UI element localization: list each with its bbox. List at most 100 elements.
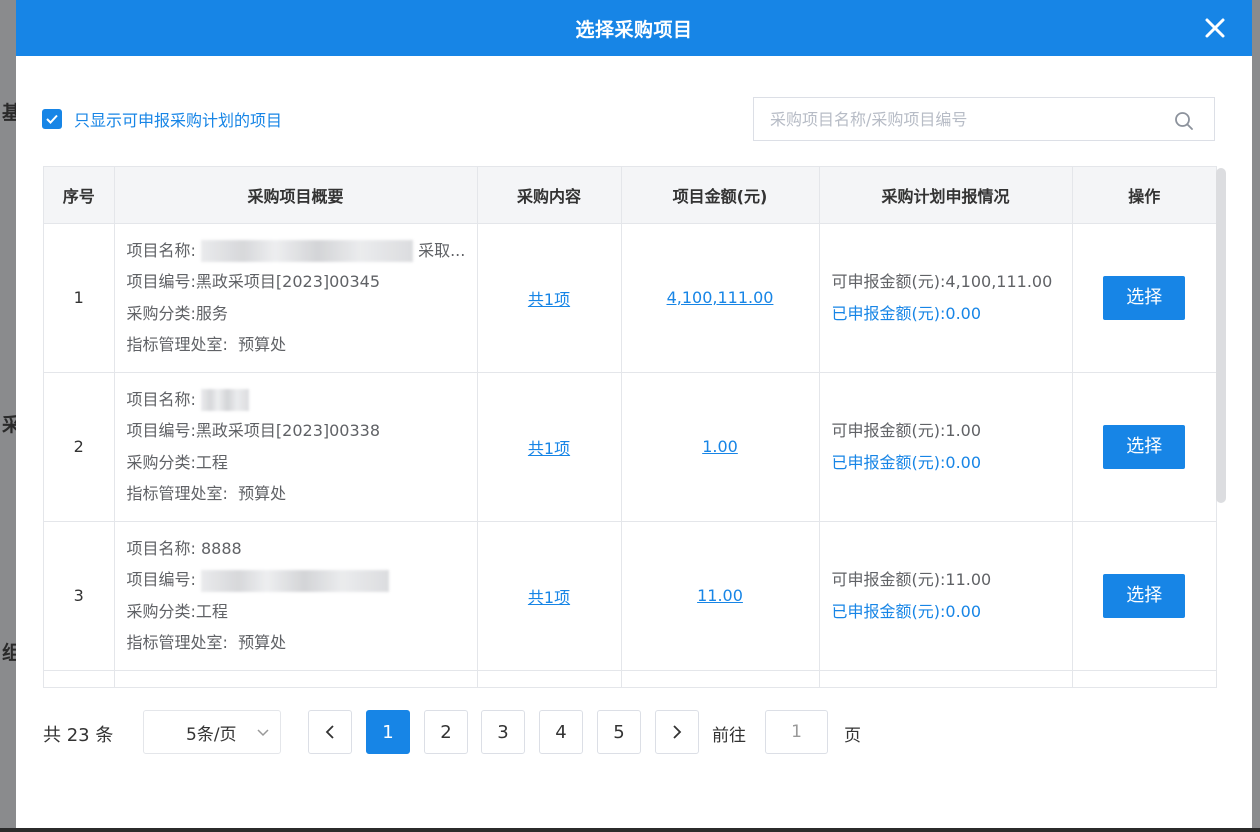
- select-button[interactable]: 选择: [1103, 573, 1186, 618]
- project-dept-label: 指标管理处室:: [126, 335, 228, 354]
- project-dept-line: 指标管理处室: 预算处: [127, 329, 477, 361]
- background-right-strip: [1252, 0, 1260, 832]
- row-report-status: 可申报金额(元):4,100,111.00 已申报金额(元):0.00: [819, 223, 1073, 373]
- chevron-left-icon: [325, 725, 334, 739]
- row-content: [477, 670, 622, 687]
- row-index: 2: [44, 372, 115, 522]
- reported-amount-label: 已申报金额(元):: [831, 452, 946, 472]
- goto-page-input[interactable]: [765, 710, 828, 754]
- page-size-select[interactable]: 5条/页: [143, 710, 281, 754]
- row-index: 3: [44, 521, 115, 671]
- project-category-line: 采购分类:服务: [127, 298, 477, 330]
- available-amount-value: 1.00: [945, 420, 982, 440]
- available-amount-line: 可申报金额(元):4,100,111.00: [832, 266, 1072, 298]
- next-page-button[interactable]: [655, 710, 699, 754]
- header-action: 操作: [1072, 167, 1216, 224]
- amount-link[interactable]: 11.00: [697, 586, 743, 605]
- project-category-line: 采购分类:工程: [127, 447, 477, 479]
- pagination: 共 23 条 5条/页 1 2 3 4 5 前往 页: [16, 710, 1252, 754]
- row-content: 共1项: [477, 521, 622, 671]
- prev-page-button[interactable]: [308, 710, 352, 754]
- available-amount-label: 可申报金额(元):: [831, 420, 946, 440]
- row-action: [1072, 670, 1216, 687]
- project-name-line: 项目名称:: [127, 384, 477, 416]
- content-link[interactable]: 共1项: [528, 588, 570, 607]
- only-reportable-filter[interactable]: 只显示可申报采购计划的项目: [42, 107, 282, 131]
- page-button-3[interactable]: 3: [481, 710, 525, 754]
- redacted-block: [201, 240, 413, 262]
- header-index: 序号: [44, 167, 115, 224]
- row-content: 共1项: [477, 223, 622, 373]
- project-name-label: 项目名称:: [126, 389, 196, 409]
- table-row: 3 项目名称: 8888 项目编号: 采购分类:工程 指标管理处室: 预算处 共…: [44, 521, 1216, 671]
- content-link[interactable]: 共1项: [528, 290, 570, 309]
- project-name-label: 项目名称:: [126, 538, 196, 558]
- header-summary: 采购项目概要: [114, 167, 478, 224]
- available-amount-value: 4,100,111.00: [945, 271, 1053, 291]
- page-button-2[interactable]: 2: [424, 710, 468, 754]
- table-header-row: 序号 采购项目概要 采购内容 项目金额(元) 采购计划申报情况 操作: [44, 167, 1216, 224]
- row-report-status: [819, 670, 1073, 687]
- checkmark-icon: [46, 114, 58, 124]
- project-dept-value: 预算处: [238, 335, 287, 354]
- reported-amount-line: 已申报金额(元):0.00: [832, 447, 1072, 479]
- reported-amount-value: 0.00: [945, 601, 982, 621]
- dialog-title: 选择采购项目: [575, 18, 693, 41]
- row-amount: 1.00: [621, 372, 820, 522]
- available-amount-line: 可申报金额(元):1.00: [832, 415, 1072, 447]
- select-button[interactable]: 选择: [1103, 424, 1186, 469]
- project-code-label: 项目编号:: [126, 421, 196, 440]
- row-amount: [621, 670, 820, 687]
- available-amount-line: 可申报金额(元):11.00: [832, 564, 1072, 596]
- chevron-right-icon: [673, 725, 682, 739]
- row-summary: 项目名称: 8888 项目编号: 采购分类:工程 指标管理处室: 预算处: [114, 521, 478, 671]
- reported-amount-value: 0.00: [945, 303, 982, 323]
- project-dept-line: 指标管理处室: 预算处: [127, 627, 477, 659]
- page-unit-label: 页: [844, 726, 861, 746]
- row-index: [44, 670, 115, 687]
- page-button-4[interactable]: 4: [539, 710, 583, 754]
- row-summary: 项目名称: 项目编号:黑政采项目[2023]00338 采购分类:工程 指标管理…: [114, 372, 478, 522]
- search-input[interactable]: [754, 98, 1214, 140]
- row-index: 1: [44, 223, 115, 373]
- project-category-label: 采购分类:: [126, 601, 196, 621]
- reported-amount-value: 0.00: [945, 452, 982, 472]
- select-button[interactable]: 选择: [1103, 275, 1186, 320]
- available-amount-label: 可申报金额(元):: [831, 271, 946, 291]
- header-report-status: 采购计划申报情况: [819, 167, 1073, 224]
- available-amount-label: 可申报金额(元):: [831, 569, 946, 589]
- project-code-label: 项目编号:: [126, 272, 196, 291]
- project-name-label: 项目名称:: [126, 240, 196, 260]
- project-category-value: 工程: [195, 601, 228, 621]
- background-bottom-bar: [0, 828, 1260, 832]
- amount-link[interactable]: 4,100,111.00: [667, 288, 774, 307]
- row-action: 选择: [1072, 372, 1216, 522]
- project-dept-line: 指标管理处室: 预算处: [127, 478, 477, 510]
- project-name-line: 项目名称: 采取...: [127, 235, 477, 267]
- project-category-line: 采购分类:工程: [127, 596, 477, 628]
- search-icon[interactable]: [1174, 111, 1194, 131]
- row-action: 选择: [1072, 223, 1216, 373]
- row-summary: 项目名称: 采取... 项目编号:黑政采项目[2023]00345 采购分类:服…: [114, 223, 478, 373]
- reported-amount-label: 已申报金额(元):: [831, 601, 946, 621]
- header-amount: 项目金额(元): [621, 167, 820, 224]
- row-amount: 11.00: [621, 521, 820, 671]
- project-table: 序号 采购项目概要 采购内容 项目金额(元) 采购计划申报情况 操作 1 项目名…: [43, 166, 1217, 688]
- close-icon[interactable]: [1204, 17, 1226, 39]
- row-content: 共1项: [477, 372, 622, 522]
- table-row: [44, 670, 1216, 687]
- only-reportable-checkbox[interactable]: [42, 109, 62, 129]
- table-scrollbar[interactable]: [1216, 168, 1226, 503]
- page-button-1[interactable]: 1: [366, 710, 410, 754]
- filter-row: 只显示可申报采购计划的项目: [16, 97, 1252, 141]
- select-project-dialog: 选择采购项目 只显示可申报采购计划的项目 采购项目名称/采购项目编号 序号 采购…: [16, 0, 1252, 828]
- table-row: 1 项目名称: 采取... 项目编号:黑政采项目[2023]00345 采购分类…: [44, 223, 1216, 373]
- content-link[interactable]: 共1项: [528, 439, 570, 458]
- project-category-label: 采购分类:: [126, 303, 196, 323]
- reported-amount-label: 已申报金额(元):: [831, 303, 946, 323]
- amount-link[interactable]: 1.00: [702, 437, 738, 456]
- table-row: 2 项目名称: 项目编号:黑政采项目[2023]00338 采购分类:工程 指标…: [44, 372, 1216, 522]
- chevron-down-icon: [257, 729, 269, 737]
- page-button-5[interactable]: 5: [597, 710, 641, 754]
- page-size-value: 5条/页: [186, 724, 237, 745]
